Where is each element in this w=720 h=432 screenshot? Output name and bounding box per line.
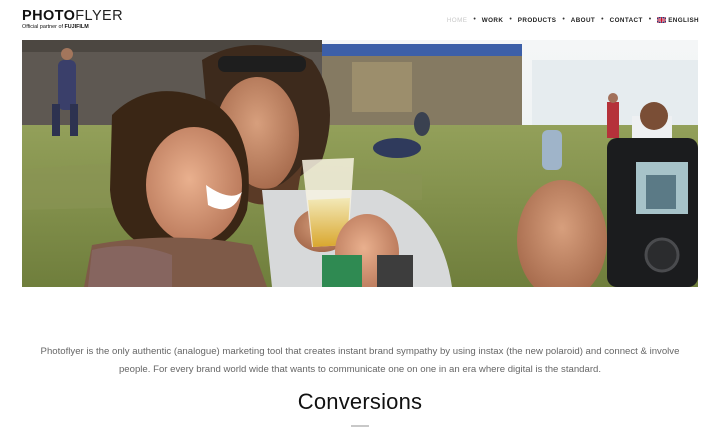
nav-separator: • xyxy=(601,16,604,23)
intro-text: Photoflyer is the only authentic (analog… xyxy=(40,345,680,375)
nav-separator: • xyxy=(648,16,652,23)
nav-products[interactable]: PRODUCTS xyxy=(518,17,557,24)
site-header: PHOTOFLYER Official partner of FUJIFILM … xyxy=(0,0,720,40)
nav-about[interactable]: ABOUT xyxy=(571,17,595,24)
photoflyer-logo[interactable]: PHOTOFLYER Official partner of FUJIFILM xyxy=(22,9,123,31)
nav-separator: • xyxy=(509,16,512,23)
section-heading: Conversions xyxy=(297,389,423,414)
logo-tagline: Official partner of FUJIFILM xyxy=(22,24,89,30)
nav-language[interactable]: ENGLISH xyxy=(657,17,699,24)
uk-flag-icon xyxy=(657,16,667,23)
logo-wordmark: PHOTOFLYER xyxy=(22,8,123,24)
nav-contact[interactable]: CONTACT xyxy=(610,17,643,24)
heading-divider xyxy=(351,425,369,427)
nav-home[interactable]: HOME xyxy=(447,17,468,24)
nav-language-label: ENGLISH xyxy=(668,16,699,24)
main-nav: HOME • WORK • PRODUCTS • ABOUT • CONTACT… xyxy=(447,15,699,25)
hero-image xyxy=(22,40,698,287)
nav-work[interactable]: WORK xyxy=(482,17,504,24)
nav-separator: • xyxy=(473,16,476,23)
nav-separator: • xyxy=(562,16,565,23)
